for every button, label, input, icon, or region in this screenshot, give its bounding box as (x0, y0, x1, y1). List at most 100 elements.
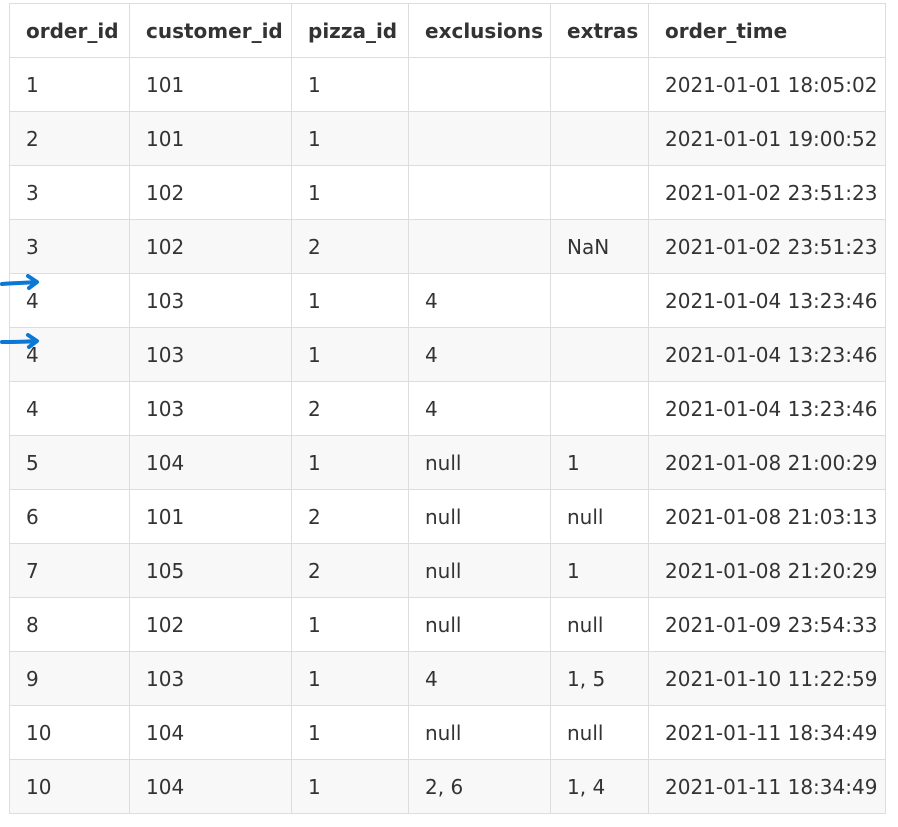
table-row: 10 104 1 2, 6 1, 4 2021-01-11 18:34:49 (9, 759, 886, 814)
cell-order-id: 7 (9, 543, 130, 598)
cell-order-time: 2021-01-02 23:51:23 (648, 219, 886, 274)
cell-customer-id: 103 (129, 327, 292, 382)
cell-customer-id: 102 (129, 219, 292, 274)
cell-pizza-id: 1 (291, 651, 409, 706)
cell-order-time: 2021-01-01 18:05:02 (648, 57, 886, 112)
cell-customer-id: 102 (129, 165, 292, 220)
cell-order-id: 4 (9, 381, 130, 436)
column-header-pizza-id: pizza_id (291, 3, 409, 58)
cell-order-time: 2021-01-04 13:23:46 (648, 273, 886, 328)
column-header-order-id: order_id (9, 3, 130, 58)
column-header-extras: extras (550, 3, 649, 58)
cell-pizza-id: 1 (291, 111, 409, 166)
cell-exclusions: null (408, 489, 551, 544)
cell-exclusions: null (408, 543, 551, 598)
cell-order-id: 3 (9, 219, 130, 274)
cell-extras: 1 (550, 435, 649, 490)
table-row: 10 104 1 null null 2021-01-11 18:34:49 (9, 705, 886, 760)
table-row: 1 101 1 2021-01-01 18:05:02 (9, 57, 886, 112)
cell-extras (550, 273, 649, 328)
table-row: 4 103 1 4 2021-01-04 13:23:46 (9, 273, 886, 328)
cell-exclusions: 4 (408, 327, 551, 382)
column-header-exclusions: exclusions (408, 3, 551, 58)
cell-customer-id: 101 (129, 57, 292, 112)
table-row: 9 103 1 4 1, 5 2021-01-10 11:22:59 (9, 651, 886, 706)
cell-order-id: 10 (9, 705, 130, 760)
cell-exclusions: null (408, 435, 551, 490)
cell-pizza-id: 1 (291, 705, 409, 760)
cell-customer-id: 103 (129, 651, 292, 706)
cell-pizza-id: 1 (291, 327, 409, 382)
cell-order-time: 2021-01-10 11:22:59 (648, 651, 886, 706)
cell-order-time: 2021-01-02 23:51:23 (648, 165, 886, 220)
cell-order-time: 2021-01-09 23:54:33 (648, 597, 886, 652)
cell-exclusions: null (408, 597, 551, 652)
cell-extras: 1, 5 (550, 651, 649, 706)
cell-customer-id: 104 (129, 759, 292, 814)
cell-order-time: 2021-01-08 21:20:29 (648, 543, 886, 598)
orders-table: order_id customer_id pizza_id exclusions… (9, 3, 886, 814)
cell-extras: 1, 4 (550, 759, 649, 814)
cell-exclusions (408, 165, 551, 220)
cell-order-id: 10 (9, 759, 130, 814)
cell-exclusions: null (408, 705, 551, 760)
header-row: order_id customer_id pizza_id exclusions… (9, 3, 886, 58)
cell-pizza-id: 1 (291, 165, 409, 220)
cell-order-time: 2021-01-04 13:23:46 (648, 381, 886, 436)
table-row: 5 104 1 null 1 2021-01-08 21:00:29 (9, 435, 886, 490)
hand-drawn-arrow-icon (0, 274, 39, 290)
cell-order-time: 2021-01-11 18:34:49 (648, 759, 886, 814)
cell-extras (550, 327, 649, 382)
cell-customer-id: 101 (129, 111, 292, 166)
cell-exclusions (408, 111, 551, 166)
cell-pizza-id: 1 (291, 435, 409, 490)
cell-extras: NaN (550, 219, 649, 274)
cell-extras: null (550, 705, 649, 760)
cell-order-id: 8 (9, 597, 130, 652)
table-row: 2 101 1 2021-01-01 19:00:52 (9, 111, 886, 166)
table-row: 3 102 2 NaN 2021-01-02 23:51:23 (9, 219, 886, 274)
cell-extras: 1 (550, 543, 649, 598)
cell-extras (550, 165, 649, 220)
cell-exclusions: 4 (408, 651, 551, 706)
cell-order-time: 2021-01-01 19:00:52 (648, 111, 886, 166)
cell-order-time: 2021-01-11 18:34:49 (648, 705, 886, 760)
cell-exclusions: 4 (408, 273, 551, 328)
cell-order-time: 2021-01-08 21:03:13 (648, 489, 886, 544)
cell-customer-id: 104 (129, 705, 292, 760)
table-row: 6 101 2 null null 2021-01-08 21:03:13 (9, 489, 886, 544)
table-header: order_id customer_id pizza_id exclusions… (9, 3, 886, 58)
table-row: 4 103 1 4 2021-01-04 13:23:46 (9, 327, 886, 382)
table-row: 7 105 2 null 1 2021-01-08 21:20:29 (9, 543, 886, 598)
cell-extras: null (550, 489, 649, 544)
table-row: 4 103 2 4 2021-01-04 13:23:46 (9, 381, 886, 436)
table-row: 8 102 1 null null 2021-01-09 23:54:33 (9, 597, 886, 652)
table-body: 1 101 1 2021-01-01 18:05:02 2 101 1 2021-01-01 … (9, 57, 886, 814)
cell-pizza-id: 1 (291, 57, 409, 112)
cell-order-id: 9 (9, 651, 130, 706)
cell-order-id: 2 (9, 111, 130, 166)
cell-order-id: 6 (9, 489, 130, 544)
table-row: 3 102 1 2021-01-02 23:51:23 (9, 165, 886, 220)
cell-pizza-id: 1 (291, 759, 409, 814)
cell-pizza-id: 1 (291, 597, 409, 652)
cell-order-time: 2021-01-04 13:23:46 (648, 327, 886, 382)
cell-pizza-id: 2 (291, 381, 409, 436)
cell-extras (550, 381, 649, 436)
cell-extras (550, 57, 649, 112)
cell-order-id: 3 (9, 165, 130, 220)
cell-customer-id: 102 (129, 597, 292, 652)
cell-pizza-id: 2 (291, 543, 409, 598)
column-header-customer-id: customer_id (129, 3, 292, 58)
cell-customer-id: 101 (129, 489, 292, 544)
hand-drawn-arrow-icon (0, 333, 39, 349)
cell-order-id: 1 (9, 57, 130, 112)
cell-customer-id: 103 (129, 381, 292, 436)
cell-exclusions (408, 219, 551, 274)
cell-exclusions: 2, 6 (408, 759, 551, 814)
cell-order-id: 5 (9, 435, 130, 490)
cell-customer-id: 103 (129, 273, 292, 328)
cell-pizza-id: 2 (291, 489, 409, 544)
cell-extras: null (550, 597, 649, 652)
column-header-order-time: order_time (648, 3, 886, 58)
